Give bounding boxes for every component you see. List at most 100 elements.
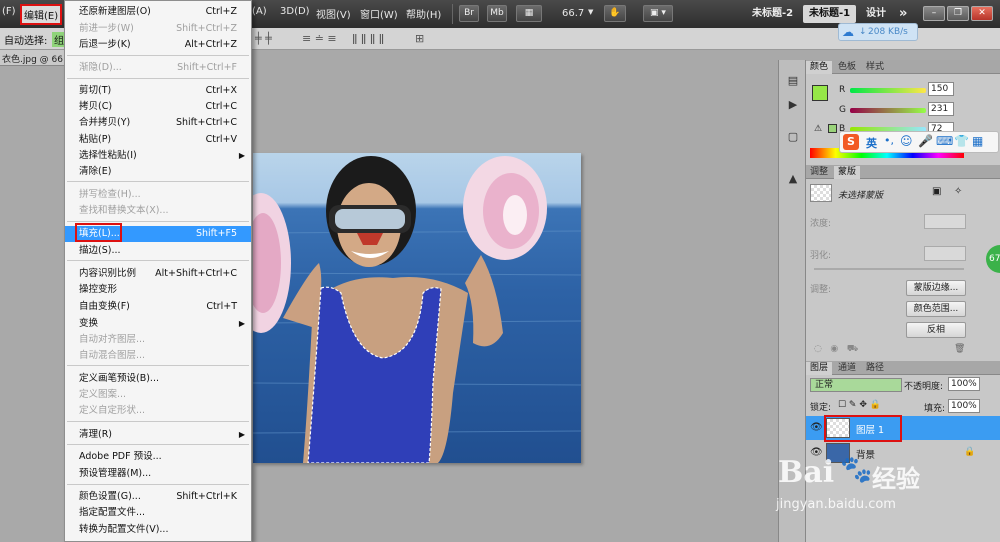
menu-item[interactable]: 选择性粘贴(I) ▶ (65, 148, 251, 164)
document-tab[interactable]: 衣色.jpg @ 66 (0, 50, 70, 66)
skin-icon[interactable]: 👕 (954, 134, 969, 148)
workspace-design[interactable]: 设计 (860, 5, 892, 23)
menu-help[interactable]: 帮助(H) (406, 6, 441, 21)
menu-edit[interactable]: 编辑(E) (20, 4, 63, 25)
actions-icon[interactable]: ▶ (784, 98, 802, 112)
menu-item[interactable]: 描边(S)... (65, 243, 251, 259)
tab-masks[interactable]: 蒙版 (834, 166, 861, 179)
opacity-value[interactable]: 100% (948, 377, 980, 391)
bridge-button[interactable]: Br (459, 5, 479, 22)
gamut-swatch[interactable] (828, 124, 837, 133)
density-field[interactable] (924, 214, 966, 229)
auto-align-icon[interactable]: ⊞ (415, 32, 424, 45)
blend-mode-select[interactable]: 正常 (810, 378, 902, 392)
mask-footer-icons[interactable]: ◌ ◉ ⛟ (814, 344, 858, 355)
r-value[interactable]: 150 (928, 82, 954, 96)
trash-icon[interactable]: 🗑 (954, 344, 965, 354)
close-icon[interactable]: ✕ (971, 6, 993, 21)
gamut-warning-icon[interactable]: ⚠ (814, 124, 822, 134)
fill-value[interactable]: 100% (948, 399, 980, 413)
lock-icons[interactable]: ☐ ✎ ✥ 🔒 (838, 400, 881, 410)
lang-toggle[interactable]: 英 (866, 135, 877, 151)
menu-view[interactable]: 视图(V) (316, 6, 351, 21)
tab-untitled-2[interactable]: 未标题-2 (746, 5, 799, 23)
menu-item[interactable]: 自由变换(F) Ctrl+T (65, 299, 251, 315)
menu-item[interactable]: 预设管理器(M)... (65, 466, 251, 482)
tab-paths[interactable]: 路径 (862, 362, 888, 375)
menu-item: 自动对齐图层... (65, 332, 251, 348)
menu-item[interactable]: Adobe PDF 预设... (65, 449, 251, 465)
menu-item[interactable]: 粘贴(P) Ctrl+V (65, 132, 251, 148)
menu-item-label: 粘贴(P) (79, 134, 112, 145)
sogou-logo-icon[interactable]: S (843, 134, 859, 150)
color-range-button[interactable]: 颜色范围... (906, 301, 966, 317)
voice-icon[interactable]: 🎤 (918, 134, 933, 148)
zoom-level[interactable]: 66.7 (562, 8, 584, 19)
menu-item[interactable]: 清除(E) (65, 164, 251, 180)
menu-item[interactable]: 内容识别比例 Alt+Shift+Ctrl+C (65, 266, 251, 282)
tab-untitled-1[interactable]: 未标题-1 (803, 5, 857, 23)
tab-channels[interactable]: 通道 (834, 362, 860, 375)
feather-field[interactable] (924, 246, 966, 261)
menu-3d[interactable]: 3D(D) (280, 6, 310, 17)
g-value[interactable]: 231 (928, 102, 954, 116)
menu-item-label: 查找和替换文本(X)... (79, 205, 169, 216)
canvas-image[interactable] (253, 153, 581, 463)
g-slider[interactable] (850, 108, 926, 113)
more-workspaces-icon[interactable]: » (893, 5, 913, 23)
menu-item-label: 颜色设置(G)... (79, 491, 141, 502)
menu-item[interactable]: 还原新建图层(O) Ctrl+Z (65, 4, 251, 20)
menu-separator (67, 55, 249, 56)
menu-item[interactable]: 后退一步(K) Alt+Ctrl+Z (65, 37, 251, 53)
align-icon[interactable]: ╪ ╪ (255, 32, 272, 45)
navigator-icon[interactable]: ▲ (784, 172, 802, 186)
info-icon[interactable]: ▢ (784, 130, 802, 144)
toolbox-icon[interactable]: ▦ (972, 134, 983, 148)
menu-item[interactable]: 定义画笔预设(B)... (65, 371, 251, 387)
menu-item-label: 定义画笔预设(B)... (79, 373, 159, 384)
foreground-color-swatch[interactable] (812, 85, 828, 101)
menu-image-fragment[interactable]: (A) (252, 6, 267, 17)
cloud-icon: ☁ (842, 25, 854, 39)
minibridge-button[interactable]: Mb (487, 5, 507, 22)
punctuation-icon[interactable]: •, (884, 134, 894, 147)
menu-item[interactable]: 颜色设置(G)... Shift+Ctrl+K (65, 489, 251, 505)
extras-grid-icon[interactable]: ▦ (516, 5, 542, 22)
layers-panel-tabs: 图层 通道 路径 (806, 361, 1000, 375)
menu-item[interactable]: 操控变形 (65, 282, 251, 298)
feather-slider[interactable] (814, 268, 964, 270)
menu-item[interactable]: 指定配置文件... (65, 505, 251, 521)
hand-tool-icon[interactable]: ✋ (604, 5, 626, 22)
color-panel-tabs: 颜色 色板 样式 (806, 60, 1000, 74)
r-slider[interactable] (850, 88, 926, 93)
menu-item[interactable]: 转换为配置文件(V)... (65, 522, 251, 538)
mask-edge-button[interactable]: 蒙版边缘... (906, 280, 966, 296)
menu-item-label: 描边(S)... (79, 245, 121, 256)
minimize-icon[interactable]: – (923, 6, 945, 21)
vector-mask-icon[interactable]: ✧ (954, 186, 962, 197)
distribute-horizontal-icon[interactable]: ǁ ǁ ǁ ǁ (352, 32, 384, 45)
menu-window[interactable]: 窗口(W) (360, 6, 398, 21)
tab-swatches[interactable]: 色板 (834, 61, 860, 74)
menu-item[interactable]: 合并拷贝(Y) Shift+Ctrl+C (65, 115, 251, 131)
tab-styles[interactable]: 样式 (862, 61, 888, 74)
restore-icon[interactable]: ❐ (947, 6, 969, 21)
keyboard-icon[interactable]: ⌨ (936, 134, 953, 148)
menu-item[interactable]: 拷贝(C) Ctrl+C (65, 99, 251, 115)
menu-file-fragment[interactable]: (F) (2, 6, 16, 17)
menu-item[interactable]: 变换 ▶ (65, 316, 251, 332)
chevron-down-icon[interactable]: ▼ (588, 8, 593, 16)
tab-color[interactable]: 颜色 (806, 61, 833, 74)
history-icon[interactable]: ▤ (784, 74, 802, 88)
eye-icon[interactable]: 👁 (810, 422, 823, 433)
invert-button[interactable]: 反相 (906, 322, 966, 338)
screen-mode-icon[interactable]: ▣ ▾ (643, 5, 673, 22)
emoji-icon[interactable]: ☺ (900, 134, 913, 148)
menu-item-label: 拷贝(C) (79, 101, 113, 112)
distribute-top-icon[interactable]: ≡ ≐ ≡ (302, 32, 337, 45)
tab-adjustments[interactable]: 调整 (806, 166, 832, 179)
tab-layers[interactable]: 图层 (806, 362, 833, 375)
menu-item[interactable]: 剪切(T) Ctrl+X (65, 83, 251, 99)
pixel-mask-icon[interactable]: ▣ (932, 186, 941, 197)
menu-item[interactable]: 清理(R) ▶ (65, 427, 251, 443)
